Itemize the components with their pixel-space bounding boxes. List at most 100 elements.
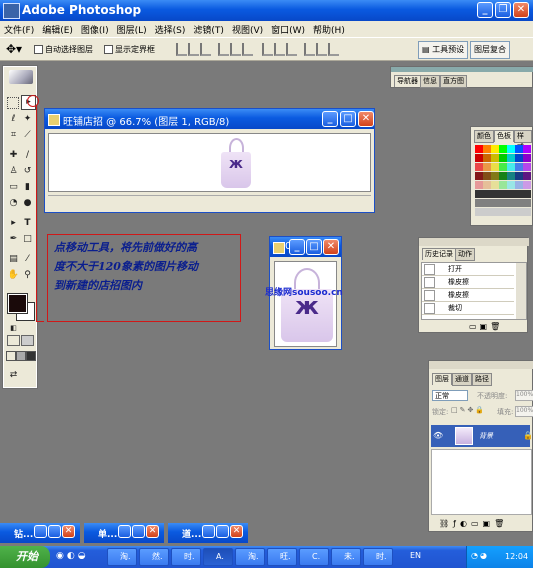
- swatch-cell[interactable]: [475, 181, 483, 189]
- swatch-cell[interactable]: [523, 190, 531, 198]
- gradient-tool-icon[interactable]: ▮: [21, 181, 34, 194]
- swatch-cell[interactable]: [483, 163, 491, 171]
- swatch-cell[interactable]: [491, 208, 499, 216]
- swatch-cell[interactable]: [475, 145, 483, 153]
- swatch-cell[interactable]: [515, 172, 523, 180]
- history-grip[interactable]: [419, 238, 529, 246]
- type-tool-icon[interactable]: T: [21, 217, 34, 230]
- layer-visibility-eye-icon[interactable]: 👁: [433, 431, 443, 440]
- minimized-1-restore-button[interactable]: [34, 525, 47, 538]
- minimized-window-3[interactable]: 道... ✕: [168, 523, 248, 543]
- navigator-grip[interactable]: [391, 67, 533, 72]
- swatch-cell[interactable]: [475, 208, 483, 216]
- minimized-1-maximize-button[interactable]: [48, 525, 61, 538]
- align-bottom-icon[interactable]: [200, 43, 211, 56]
- layers-grip[interactable]: [429, 361, 533, 369]
- align-left-icon[interactable]: [218, 43, 229, 56]
- swatch-cell[interactable]: [507, 172, 515, 180]
- brush-tool-icon[interactable]: ∕: [21, 149, 34, 162]
- swatch-cell[interactable]: [515, 208, 523, 216]
- small-document-title-bar[interactable]: 0. _ □ ✕: [270, 237, 341, 257]
- lasso-tool-icon[interactable]: ℓ: [7, 113, 20, 126]
- swatch-cell[interactable]: [491, 181, 499, 189]
- menu-filter[interactable]: 滤镜(T): [189, 21, 228, 36]
- taskbar-item[interactable]: 时.: [363, 548, 393, 566]
- small-document-close-button[interactable]: ✕: [323, 239, 339, 255]
- swatch-cell[interactable]: [523, 181, 531, 189]
- swatch-cell[interactable]: [507, 199, 515, 207]
- tab-paths[interactable]: 路径: [472, 373, 492, 386]
- swatch-cell[interactable]: [499, 190, 507, 198]
- swatch-cell[interactable]: [507, 190, 515, 198]
- history-footer-icons[interactable]: ▭▣🗑: [469, 322, 503, 331]
- zoom-tool-icon[interactable]: ⚲: [21, 269, 34, 282]
- photoshop-feather-icon[interactable]: [9, 70, 33, 84]
- tab-histogram[interactable]: 直方图: [440, 75, 467, 88]
- swatch-cell[interactable]: [515, 190, 523, 198]
- swatch-cell[interactable]: [523, 199, 531, 207]
- swatch-cell[interactable]: [499, 163, 507, 171]
- tab-navigator[interactable]: 导航器: [394, 75, 421, 87]
- minimized-2-close-button[interactable]: ✕: [146, 525, 159, 538]
- swatch-cell[interactable]: [491, 199, 499, 207]
- menu-help[interactable]: 帮助(H): [309, 21, 349, 36]
- show-bounds-checkbox[interactable]: 显示定界框: [104, 44, 155, 55]
- swatch-cell[interactable]: [523, 154, 531, 162]
- hand-tool-icon[interactable]: ✋: [7, 269, 20, 282]
- swatch-cell[interactable]: [483, 199, 491, 207]
- swatch-cell[interactable]: [507, 208, 515, 216]
- path-selection-tool-icon[interactable]: ▸: [7, 217, 20, 230]
- small-document-minimize-button[interactable]: _: [289, 239, 305, 255]
- swatch-cell[interactable]: [499, 154, 507, 162]
- default-colors-icon[interactable]: ◧: [7, 322, 20, 335]
- menu-file[interactable]: 文件(F): [0, 21, 38, 36]
- small-document-maximize-button[interactable]: □: [306, 239, 322, 255]
- minimized-3-maximize-button[interactable]: [216, 525, 229, 538]
- screen-mode-full-icon[interactable]: [26, 351, 36, 361]
- swatch-cell[interactable]: [475, 190, 483, 198]
- jump-to-imageready-icon[interactable]: ⇄: [7, 369, 20, 382]
- swatch-cell[interactable]: [499, 181, 507, 189]
- distribute-vcenter-icon[interactable]: [274, 43, 285, 56]
- swatch-cell[interactable]: [515, 199, 523, 207]
- tab-info[interactable]: 信息: [420, 75, 440, 88]
- marquee-tool-icon[interactable]: [7, 97, 19, 109]
- menu-select[interactable]: 选择(S): [151, 21, 190, 36]
- tab-actions[interactable]: 动作: [455, 248, 475, 261]
- minimized-1-close-button[interactable]: ✕: [62, 525, 75, 538]
- eraser-tool-icon[interactable]: ▭: [7, 181, 20, 194]
- tab-color[interactable]: 颜色: [474, 130, 494, 143]
- align-top-icon[interactable]: [176, 43, 187, 56]
- magic-wand-tool-icon[interactable]: ✦: [21, 113, 34, 126]
- screen-mode-full-menu-icon[interactable]: [16, 351, 26, 361]
- swatch-cell[interactable]: [515, 154, 523, 162]
- move-tool-preset-icon[interactable]: ✥▾: [6, 42, 22, 56]
- swatch-cell[interactable]: [475, 199, 483, 207]
- eyedropper-tool-icon[interactable]: ⁄: [21, 253, 34, 266]
- swatch-cell[interactable]: [499, 145, 507, 153]
- lock-icons[interactable]: □✎✥🔒: [451, 406, 486, 414]
- tab-channels[interactable]: 通道: [452, 373, 472, 386]
- taskbar-item[interactable]: C.: [299, 548, 329, 566]
- app-title-bar[interactable]: Adobe Photoshop _ ❐ ✕: [0, 0, 533, 21]
- swatch-cell[interactable]: [515, 145, 523, 153]
- opacity-field[interactable]: 100%: [515, 390, 533, 401]
- taskbar-item[interactable]: 然.: [139, 548, 169, 566]
- blend-mode-select[interactable]: 正常: [432, 390, 468, 401]
- document-close-button[interactable]: ✕: [358, 111, 374, 127]
- history-item[interactable]: 橡皮擦: [422, 289, 514, 302]
- align-hcenter-icon[interactable]: [230, 43, 241, 56]
- swatch-cell[interactable]: [523, 208, 531, 216]
- swatch-cell[interactable]: [491, 190, 499, 198]
- tab-swatches[interactable]: 色板: [494, 130, 514, 142]
- taskbar-item[interactable]: 淘.: [107, 548, 137, 566]
- minimized-window-1[interactable]: 钻... ✕: [0, 523, 80, 543]
- swatch-cell[interactable]: [523, 145, 531, 153]
- taskbar-item[interactable]: 时.: [171, 548, 201, 566]
- layer-name[interactable]: 背景: [479, 431, 493, 441]
- tab-history[interactable]: 历史记录: [422, 248, 456, 260]
- notes-tool-icon[interactable]: ▤: [7, 253, 20, 266]
- tab-styles[interactable]: 样式: [514, 130, 532, 151]
- swatch-cell[interactable]: [483, 154, 491, 162]
- close-button[interactable]: ✕: [513, 2, 529, 18]
